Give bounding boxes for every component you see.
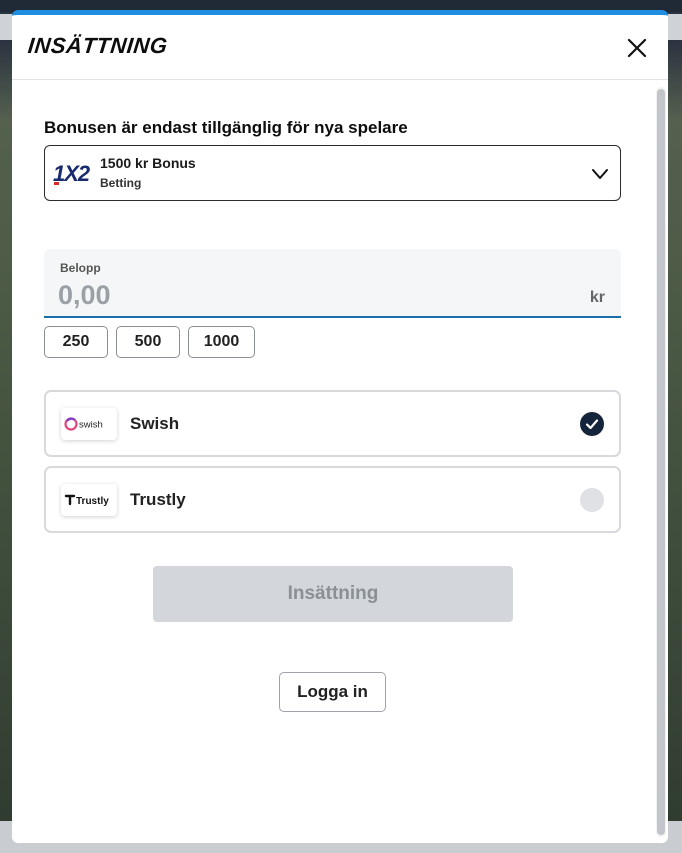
chevron-down-icon (592, 169, 608, 179)
trustly-logo: Trustly (61, 484, 117, 516)
swish-logo: swish (61, 408, 117, 440)
close-icon (627, 38, 647, 58)
close-button[interactable] (626, 37, 648, 59)
trustly-logo-text: Trustly (76, 496, 109, 507)
bonus-select[interactable]: 1X2 1500 kr Bonus Betting (44, 145, 621, 201)
deposit-modal: INSÄTTNING Bonusen är endast tillgänglig… (12, 10, 668, 843)
payment-label-trustly: Trustly (130, 490, 186, 509)
bonus-subtitle: Betting (100, 176, 142, 190)
bonus-title: 1500 kr Bonus (100, 155, 196, 171)
login-button[interactable]: Logga in (279, 672, 386, 712)
trustly-logo-mark: Trustly (64, 494, 109, 507)
swish-logo-mark: swish (64, 417, 103, 431)
quick-amount-1000[interactable]: 1000 (188, 326, 255, 358)
modal-title: INSÄTTNING (26, 33, 169, 58)
quick-amount-250[interactable]: 250 (44, 326, 108, 358)
quick-amount-500[interactable]: 500 (116, 326, 180, 358)
scrollbar-thumb[interactable] (657, 89, 665, 835)
1x2-logo: 1X2 (53, 161, 92, 186)
amount-label: Belopp (60, 261, 101, 275)
bonus-heading: Bonusen är endast tillgänglig för nya sp… (44, 118, 408, 137)
amount-field[interactable]: Belopp kr (44, 249, 621, 318)
deposit-button[interactable]: Insättning (153, 566, 513, 622)
radio-unselected[interactable] (580, 488, 604, 512)
currency-label: kr (589, 289, 605, 306)
payment-option-swish[interactable]: swish Swish (44, 390, 621, 457)
swish-logo-text: swish (79, 420, 103, 431)
payment-option-trustly[interactable]: Trustly Trustly (44, 466, 621, 533)
scrollbar[interactable] (656, 87, 666, 837)
amount-input[interactable] (58, 277, 558, 313)
checkmark-icon (585, 419, 599, 430)
radio-selected[interactable] (580, 412, 604, 436)
modal-header: INSÄTTNING (12, 15, 668, 80)
payment-label-swish: Swish (130, 414, 180, 433)
